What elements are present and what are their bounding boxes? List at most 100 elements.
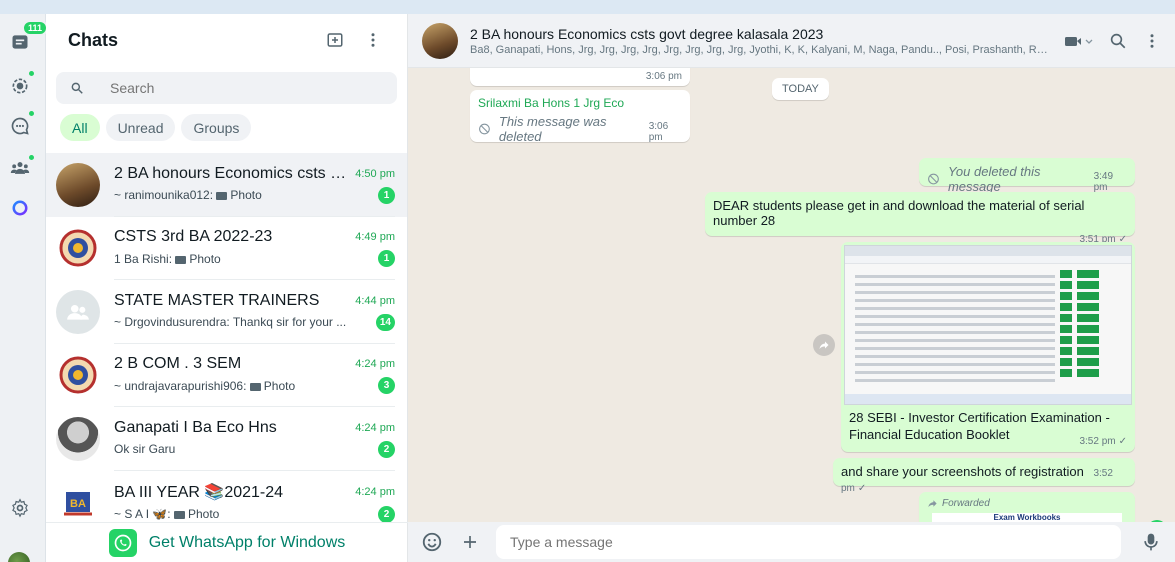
photo-icon xyxy=(249,382,261,391)
search-icon xyxy=(1110,33,1126,48)
conversation-header[interactable]: 2 BA honours Economics csts govt degree … xyxy=(408,14,1175,68)
unread-badge: 1 xyxy=(378,186,395,204)
voice-message-button[interactable] xyxy=(1139,530,1163,554)
emoji-button[interactable] xyxy=(420,530,444,554)
college-emblem-icon xyxy=(59,229,97,267)
microphone-icon xyxy=(1144,533,1158,551)
chat-preview: ~ Drgovindusurendra: Thankq sir for your… xyxy=(114,315,347,330)
chat-list-menu-button[interactable] xyxy=(361,28,385,52)
chats-title: Chats xyxy=(68,29,119,50)
forwarded-preview: Exam Workbooks xyxy=(932,513,1122,522)
filter-groups[interactable]: Groups xyxy=(181,114,252,141)
profile-avatar[interactable] xyxy=(8,552,30,562)
chat-name: 2 B COM . 3 SEM xyxy=(114,355,242,373)
video-camera-icon xyxy=(1065,36,1093,46)
attach-button[interactable] xyxy=(458,530,482,554)
chat-filters: All Unread Groups xyxy=(60,114,407,141)
chats-unread-badge: 111 xyxy=(22,20,49,36)
conversation-panel: 2 BA honours Economics csts govt degree … xyxy=(408,14,1175,562)
chat-time: 4:24 pm xyxy=(355,485,395,498)
message-bubble[interactable]: Srilaxmi Ba Hons 1 Jrg Eco This message … xyxy=(470,90,690,144)
message-bubble-outgoing[interactable]: DEAR students please get in and download… xyxy=(705,192,1135,245)
chat-item[interactable]: 2 B COM . 3 SEM 4:24 pm ~ undrajavarapur… xyxy=(46,344,407,407)
unread-badge: 2 xyxy=(378,505,395,523)
forwarded-label: Forwarded xyxy=(927,498,1127,509)
message-time: 3:06 pm xyxy=(645,71,682,82)
settings-nav-button[interactable] xyxy=(6,494,34,522)
screenshot-image[interactable] xyxy=(844,245,1132,405)
group-avatar[interactable] xyxy=(422,22,458,59)
message-input[interactable] xyxy=(496,525,1121,559)
message-time: 3:52 pm xyxy=(1079,436,1116,447)
chat-avatar: BA xyxy=(56,480,100,525)
message-bubble-outgoing[interactable]: Forwarded Exam Workbooks xyxy=(919,492,1135,522)
chat-time: 4:50 pm xyxy=(355,167,395,180)
filter-unread[interactable]: Unread xyxy=(105,114,176,141)
status-icon xyxy=(12,78,28,94)
message-time: 3:49 pm xyxy=(1093,171,1114,193)
meta-ai-icon xyxy=(12,200,28,216)
message-sender: Srilaxmi Ba Hons 1 Jrg Eco xyxy=(478,96,625,110)
meta-ai-button[interactable] xyxy=(6,194,34,222)
blocked-icon xyxy=(928,173,939,185)
read-check-icon: ✓ xyxy=(857,483,867,494)
svg-text:BA: BA xyxy=(70,498,86,510)
plus-icon xyxy=(464,536,476,548)
chat-name: CSTS 3rd BA 2022-23 xyxy=(114,228,273,246)
message-bubble-outgoing[interactable]: 28 SEBI - Investor Certification Examina… xyxy=(841,242,1135,452)
channels-icon xyxy=(11,117,29,135)
message-bubble-outgoing[interactable]: You deleted this message 3:49 pm xyxy=(919,158,1135,194)
conversation-title: 2 BA honours Economics csts govt degree … xyxy=(470,25,824,42)
chat-preview: Ok sir Garu xyxy=(114,442,176,457)
chat-list-panel: Chats All Unread Groups 2 BA honours Eco… xyxy=(46,14,408,562)
chat-avatar xyxy=(56,289,100,334)
message-composer xyxy=(408,522,1175,562)
message-list[interactable]: 3:06 pm TODAY Srilaxmi Ba Hons 1 Jrg Eco… xyxy=(408,68,1175,522)
get-whatsapp-link[interactable]: Get WhatsApp for Windows xyxy=(46,522,408,562)
message-text: DEAR students please get in and download… xyxy=(713,198,1085,228)
chat-preview: 1 Ba Rishi: Photo xyxy=(114,251,221,266)
unread-badge: 1 xyxy=(378,250,395,268)
search-messages-button[interactable] xyxy=(1109,32,1127,50)
chat-name: BA III YEAR 📚2021-24 xyxy=(114,483,284,501)
chat-preview: ~ undrajavarapurishi906: Photo xyxy=(114,378,296,393)
new-chat-icon xyxy=(327,33,343,47)
communities-icon xyxy=(10,162,30,174)
get-whatsapp-label: Get WhatsApp for Windows xyxy=(148,533,346,551)
message-text: and share your screenshots of registrati… xyxy=(841,464,1084,479)
forward-button[interactable] xyxy=(813,334,835,356)
chat-item[interactable]: CSTS 3rd BA 2022-23 4:49 pm 1 Ba Rishi: … xyxy=(46,217,407,280)
chat-time: 4:24 pm xyxy=(355,358,395,371)
chat-list: 2 BA honours Economics csts g... 4:50 pm… xyxy=(46,153,407,534)
chat-name: STATE MASTER TRAINERS xyxy=(114,291,320,309)
status-new-dot xyxy=(28,70,35,77)
chat-avatar xyxy=(56,416,100,461)
filter-all[interactable]: All xyxy=(60,114,100,141)
chat-item[interactable]: 2 BA honours Economics csts g... 4:50 pm… xyxy=(46,153,407,217)
unread-badge: 2 xyxy=(378,440,395,458)
chat-avatar xyxy=(56,162,100,207)
deleted-message: You deleted this message 3:49 pm xyxy=(927,164,1127,194)
conversation-menu-button[interactable] xyxy=(1143,32,1161,50)
whatsapp-logo-icon xyxy=(108,528,137,557)
chat-time: 4:44 pm xyxy=(355,294,395,307)
photo-icon xyxy=(175,255,187,264)
chat-item[interactable]: Ganapati I Ba Eco Hns 4:24 pm Ok sir Gar… xyxy=(46,407,407,471)
message-bubble-outgoing[interactable]: and share your screenshots of registrati… xyxy=(833,458,1135,494)
chat-name: 2 BA honours Economics csts g... xyxy=(114,164,350,182)
forward-arrow-icon xyxy=(928,500,937,508)
video-call-button[interactable] xyxy=(1065,34,1093,48)
chat-item[interactable]: STATE MASTER TRAINERS 4:44 pm ~ Drgovind… xyxy=(46,280,407,344)
search-input[interactable] xyxy=(110,80,370,96)
new-chat-button[interactable] xyxy=(323,28,347,52)
read-check-icon: ✓ xyxy=(1118,436,1127,447)
gear-icon xyxy=(12,498,28,518)
deleted-message: This message was deleted 3:06 pm xyxy=(478,114,682,144)
chat-avatar xyxy=(56,353,100,398)
emoji-icon xyxy=(422,532,442,552)
left-rail: 111 xyxy=(0,14,49,562)
search-box xyxy=(56,72,397,104)
photo-icon xyxy=(173,511,185,520)
message-bubble[interactable]: 3:06 pm xyxy=(470,68,690,86)
chat-list-header: Chats xyxy=(46,14,407,66)
